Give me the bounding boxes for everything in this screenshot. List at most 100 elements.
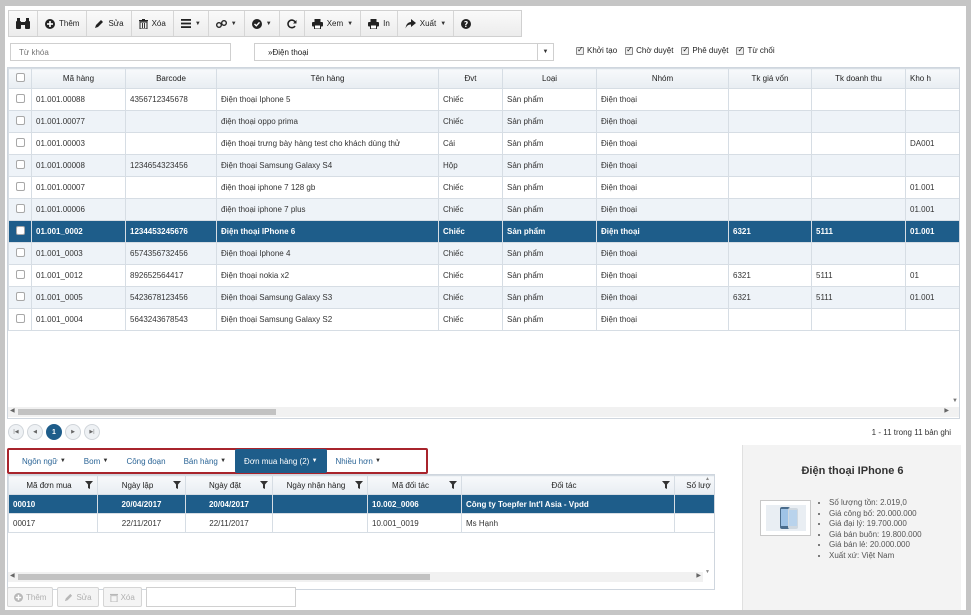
current-page-button[interactable]: 1 (46, 424, 62, 440)
order-edit-button[interactable]: Sửa (57, 587, 99, 607)
column-header[interactable]: Ngày nhận hàng (272, 475, 368, 495)
checkbox[interactable] (736, 45, 745, 55)
column-header[interactable]: Mã đơn mua (8, 475, 98, 495)
last-page-button[interactable]: ▶| (84, 424, 100, 440)
table-row[interactable]: 01.001.00077 điện thoại oppo prima Chiếc Sả… (8, 110, 959, 133)
table-row[interactable]: 01.001.00007 điện thoại iphone 7 128 gb Ch… (8, 176, 959, 199)
print-button[interactable]: In (361, 11, 398, 36)
tab-don-mua-hang[interactable]: Đơn mua hàng (2) ▼ (235, 449, 327, 473)
delete-button[interactable]: Xóa (132, 11, 174, 36)
scroll-left-arrow[interactable]: ◀ (10, 407, 15, 414)
help-button[interactable]: ? (454, 11, 478, 36)
edit-button[interactable]: Sửa (87, 11, 132, 36)
checkbox[interactable] (15, 73, 25, 82)
checkbox[interactable] (576, 45, 584, 55)
row-checkbox-cell[interactable] (8, 198, 32, 221)
checkbox[interactable] (15, 314, 25, 323)
column-header[interactable]: Mã đối tác (367, 475, 462, 495)
checkbox[interactable] (15, 204, 25, 213)
checkbox[interactable] (15, 138, 25, 147)
row-checkbox-cell[interactable] (8, 308, 32, 331)
checkbox[interactable] (15, 270, 25, 279)
table-row[interactable]: 01.001.00006 điện thoại iphone 7 plus Chiế… (8, 198, 959, 221)
scroll-up-arrow[interactable]: ▲ (705, 476, 710, 482)
table-row[interactable]: 01.001_0002 1234453245676 Điện thoại IPhon… (8, 220, 959, 243)
export-dropdown-button[interactable]: Xuất ▼ (398, 11, 455, 36)
select-all-checkbox-cell[interactable] (8, 68, 32, 89)
checkbox[interactable] (15, 160, 25, 169)
tab-nhieu-hon[interactable]: Nhiều hơn ▼ (327, 452, 390, 470)
column-header[interactable]: Barcode (125, 68, 217, 89)
column-header[interactable]: Ngày đặt (185, 475, 273, 495)
column-header[interactable]: Kho h (905, 68, 959, 89)
add-button[interactable]: Thêm (38, 11, 88, 36)
table-row[interactable]: 01.001.00088 4356712345678 Điện thoại Ipho… (8, 88, 959, 111)
tab-cong-doan[interactable]: Công đoạn (117, 452, 174, 470)
scroll-left-arrow[interactable]: ◀ (10, 572, 15, 579)
approve-dropdown-button[interactable]: ▼ (245, 11, 280, 36)
order-add-button[interactable]: Thêm (7, 587, 54, 607)
scrollbar-thumb[interactable] (18, 574, 430, 580)
column-header[interactable]: Mã hàng (31, 68, 126, 89)
table-row[interactable]: 01.001_0012 892652564417 Điện thoại nokia … (8, 264, 959, 287)
next-page-button[interactable]: ▶ (65, 424, 81, 440)
scroll-right-arrow[interactable]: ▶ (696, 572, 701, 579)
row-checkbox-cell[interactable] (8, 286, 32, 309)
row-checkbox-cell[interactable] (8, 154, 32, 177)
table-row[interactable]: 01.001_0003 6574356732456 Điện thoại Iphon… (8, 242, 959, 265)
row-checkbox-cell[interactable] (8, 176, 32, 199)
row-checkbox-cell[interactable] (8, 242, 32, 265)
first-page-button[interactable]: |◀ (8, 424, 24, 440)
status-check-khoi-tao[interactable]: Khởi tạo (576, 45, 617, 55)
column-header[interactable]: Đvt (438, 68, 503, 89)
prev-page-button[interactable]: ◀ (27, 424, 43, 440)
order-row[interactable]: 00017 22/11/2017 22/11/2017 10.001_0019 Ms H… (8, 513, 714, 533)
checkbox[interactable] (15, 94, 25, 103)
column-header[interactable]: Tên hàng (216, 68, 439, 89)
column-header[interactable]: Loại (502, 68, 597, 89)
link-dropdown-button[interactable]: ▼ (209, 11, 245, 36)
tab-ngon-ngu[interactable]: Ngôn ngữ ▼ (13, 452, 75, 470)
order-row[interactable]: 00010 20/04/2017 20/04/2017 10.002_0006 Công… (8, 494, 714, 514)
menu-dropdown-button[interactable]: ▼ (174, 11, 209, 36)
table-row[interactable]: 01.001_0004 5643243678543 Điện thoại Samsu… (8, 308, 959, 331)
search-button[interactable] (9, 11, 38, 36)
checkbox[interactable] (15, 292, 25, 301)
checkbox[interactable] (625, 45, 634, 55)
table-row[interactable]: 01.001_0005 5423678123456 Điện thoại Samsu… (8, 286, 959, 309)
table-row[interactable]: 01.001.00008 1234654323456 Điện thoại Sams… (8, 154, 959, 177)
checkbox[interactable] (15, 182, 25, 191)
row-checkbox-cell[interactable] (8, 110, 32, 133)
scrollbar-thumb[interactable] (18, 409, 276, 415)
column-header[interactable]: Đối tác (461, 475, 675, 495)
tab-ban-hang[interactable]: Bán hàng ▼ (175, 452, 235, 470)
scroll-down-arrow[interactable]: ▼ (952, 398, 958, 404)
order-delete-button[interactable]: Xóa (102, 587, 142, 607)
checkbox[interactable] (15, 248, 25, 257)
scroll-down-arrow[interactable]: ▼ (705, 569, 710, 575)
tab-bom[interactable]: Bom ▼ (75, 452, 118, 470)
table-row[interactable]: 01.001.00003 điện thoại trưng bày hàng te… (8, 132, 959, 155)
column-header[interactable]: Nhóm (596, 68, 729, 89)
row-checkbox-cell[interactable] (8, 264, 32, 287)
refresh-button[interactable] (280, 11, 305, 36)
group-select[interactable]: »Điện thoại ▼ (254, 43, 554, 61)
status-check-cho-duyet[interactable]: Chờ duyệt (625, 45, 673, 55)
status-check-tu-choi[interactable]: Từ chối (736, 45, 775, 55)
chevron-down-icon[interactable]: ▼ (537, 44, 553, 60)
product-grid-horizontal-scrollbar[interactable]: ◀ ▶ (8, 407, 959, 417)
row-checkbox-cell[interactable] (8, 220, 32, 243)
checkbox[interactable] (15, 116, 25, 125)
keyword-search-input[interactable] (10, 43, 231, 61)
order-grid-horizontal-scrollbar[interactable]: ◀ ▶ (8, 572, 703, 582)
row-checkbox-cell[interactable] (8, 132, 32, 155)
status-check-phe-duyet[interactable]: Phê duyệt (681, 45, 728, 55)
column-header[interactable]: Tk doanh thu (811, 68, 906, 89)
row-checkbox-cell[interactable] (8, 88, 32, 111)
scroll-right-arrow[interactable]: ▶ (944, 407, 949, 414)
order-quick-input[interactable] (145, 587, 296, 607)
column-header[interactable]: Tk giá vốn (728, 68, 812, 89)
checkbox[interactable] (681, 45, 690, 55)
column-header[interactable]: Ngày lập (97, 475, 186, 495)
checkbox[interactable] (15, 226, 25, 235)
